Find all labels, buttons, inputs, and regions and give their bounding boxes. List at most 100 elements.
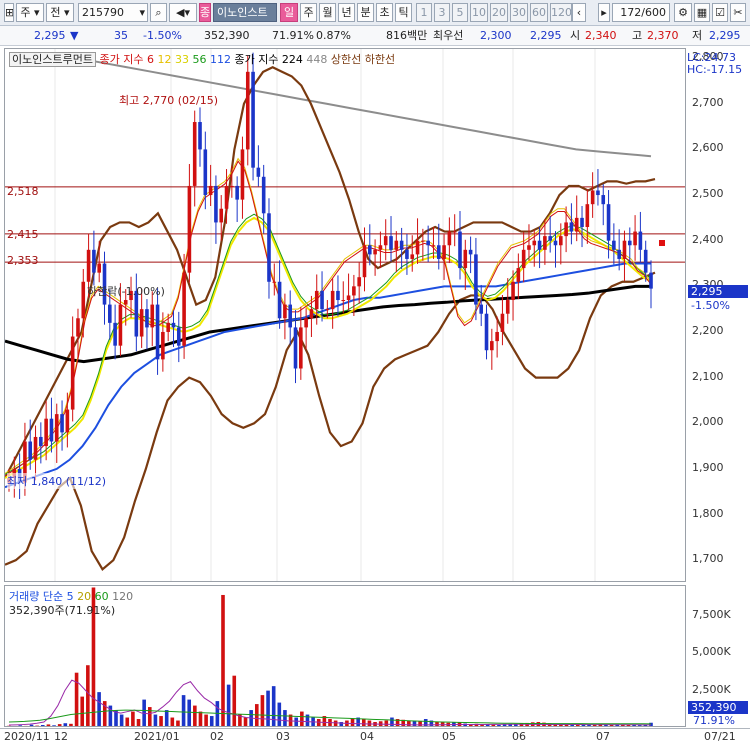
price-axis-tick: 2,500 [692, 187, 724, 201]
period-day-button[interactable]: 일 [280, 3, 298, 22]
price-axis-tick: 2,400 [692, 232, 724, 246]
lower-band-label: 하한선 [364, 53, 396, 66]
stock-code-input[interactable]: 215790 ▾ [78, 3, 148, 22]
volume-current: 352,390주(71.91%) [9, 604, 116, 617]
chevron-left-icon[interactable]: ‹ [572, 3, 586, 22]
interval-button-3[interactable]: 3 [434, 3, 450, 22]
trade-amount: 816백만 [386, 29, 428, 42]
range-field[interactable]: 172/600 [612, 3, 670, 22]
checkbox-icon[interactable]: ☑ [712, 3, 728, 22]
date-axis-label: 02 [210, 730, 224, 743]
candle [559, 236, 563, 246]
turnover-pct: 0.87% [316, 29, 351, 42]
speaker-icon[interactable]: ◀▾ [169, 3, 197, 22]
candle [336, 290, 340, 301]
chevron-right-icon[interactable]: ▸ [598, 3, 610, 22]
interval-button-10[interactable]: 10 [470, 3, 488, 22]
price-axis-tick: 2,700 [692, 95, 724, 109]
volume-bar [423, 719, 428, 726]
candle [341, 300, 346, 302]
candle [187, 185, 192, 273]
candle [97, 263, 101, 273]
volume-axis-tick: 5,000K [692, 645, 731, 659]
open-label: 시 [570, 29, 581, 42]
volume-bar [221, 594, 225, 726]
volume-bar [131, 711, 135, 726]
candle [325, 309, 330, 311]
ma56-line [5, 213, 652, 475]
interval-button-20[interactable]: 20 [490, 3, 508, 22]
period-year-button[interactable]: 년 [338, 3, 355, 22]
date-axis: 2020/11 12 2021/01 02 03 04 05 06 07 07/21 [0, 728, 750, 744]
interval-button-5[interactable]: 5 [452, 3, 468, 22]
candle [118, 304, 123, 346]
candle [288, 304, 293, 328]
favorite-button[interactable]: 종 [199, 3, 211, 22]
price-axis-tick: 2,000 [692, 415, 724, 429]
price-chart-panel[interactable]: 이노인스트루먼트 종가 지수 6 12 33 56 112 종가 지수 224 … [4, 48, 686, 582]
candle [320, 290, 324, 310]
stock-code-value: 215790 [82, 6, 124, 19]
candle [277, 281, 282, 319]
grid-icon[interactable]: ▦ [694, 3, 710, 22]
ma448-label: 448 [306, 53, 328, 66]
volume-bar [80, 696, 85, 726]
period-month-button[interactable]: 월 [319, 3, 336, 22]
stock-name-field[interactable]: 이노인스트 [213, 3, 277, 22]
down-arrow-icon: ▼ [70, 29, 79, 42]
candle [606, 204, 611, 241]
volume-bar [86, 665, 90, 726]
candle [198, 122, 202, 150]
candle [521, 249, 526, 269]
interval-button-60[interactable]: 60 [530, 3, 548, 22]
volume-bar [508, 724, 513, 726]
chart-type-select[interactable]: 주 ▾ [16, 3, 44, 22]
volume-bar [46, 724, 51, 726]
interval-button-30[interactable]: 30 [510, 3, 528, 22]
volume-bar [176, 720, 180, 726]
candle [304, 318, 308, 328]
current-marker [659, 240, 665, 246]
candle [564, 222, 568, 237]
level-label-1: 2,518 [7, 185, 39, 198]
candle [39, 436, 43, 447]
volume-bar [390, 717, 394, 726]
price-chart[interactable] [5, 49, 686, 582]
period-minute-button[interactable]: 분 [357, 3, 374, 22]
grid-icon[interactable]: ⊞ [4, 3, 14, 22]
volume-bar [29, 724, 34, 726]
chart-settings-icon[interactable]: ⚙ [674, 3, 692, 22]
volume-bar [35, 725, 39, 726]
candle [293, 327, 298, 369]
volume-badge: 352,390 [688, 701, 748, 714]
search-icon[interactable]: ⌕ [150, 3, 167, 22]
candle [139, 309, 144, 337]
candle [590, 190, 595, 205]
volume-chart-panel[interactable]: 거래량 단순 5 20 60 120 352,390주(71.91%) [4, 585, 686, 727]
candle [410, 254, 415, 259]
period-second-button[interactable]: 초 [376, 3, 393, 22]
market-select[interactable]: 전 ▾ [46, 3, 74, 22]
market-label: 전 [50, 6, 61, 19]
vma120-label: 120 [112, 590, 134, 603]
candle [426, 240, 430, 246]
candle [251, 71, 255, 168]
scissors-icon[interactable]: ✂ [730, 3, 746, 22]
period-tick-button[interactable]: 틱 [395, 3, 412, 22]
ma224-label: 종가 지수 224 [234, 53, 303, 66]
panel-title[interactable]: 이노인스트루먼트 [9, 52, 96, 67]
interval-button-120[interactable]: 120 [550, 3, 572, 22]
candle [33, 436, 38, 460]
quote-bar: 2,295 ▼ 35 -1.50% 352,390 71.91% 0.87% 8… [0, 26, 750, 46]
candle [330, 290, 335, 310]
candle [617, 249, 621, 259]
candle [224, 185, 229, 209]
candle [161, 331, 165, 360]
ma112-label: 112 [209, 53, 231, 66]
dropdown-arrow-icon: ▾ [139, 6, 145, 19]
date-axis-label: 07/21 [704, 730, 736, 743]
interval-button-1[interactable]: 1 [416, 3, 432, 22]
period-week-button[interactable]: 주 [300, 3, 317, 22]
open-price: 2,340 [585, 29, 617, 42]
volume-bar [418, 721, 422, 726]
